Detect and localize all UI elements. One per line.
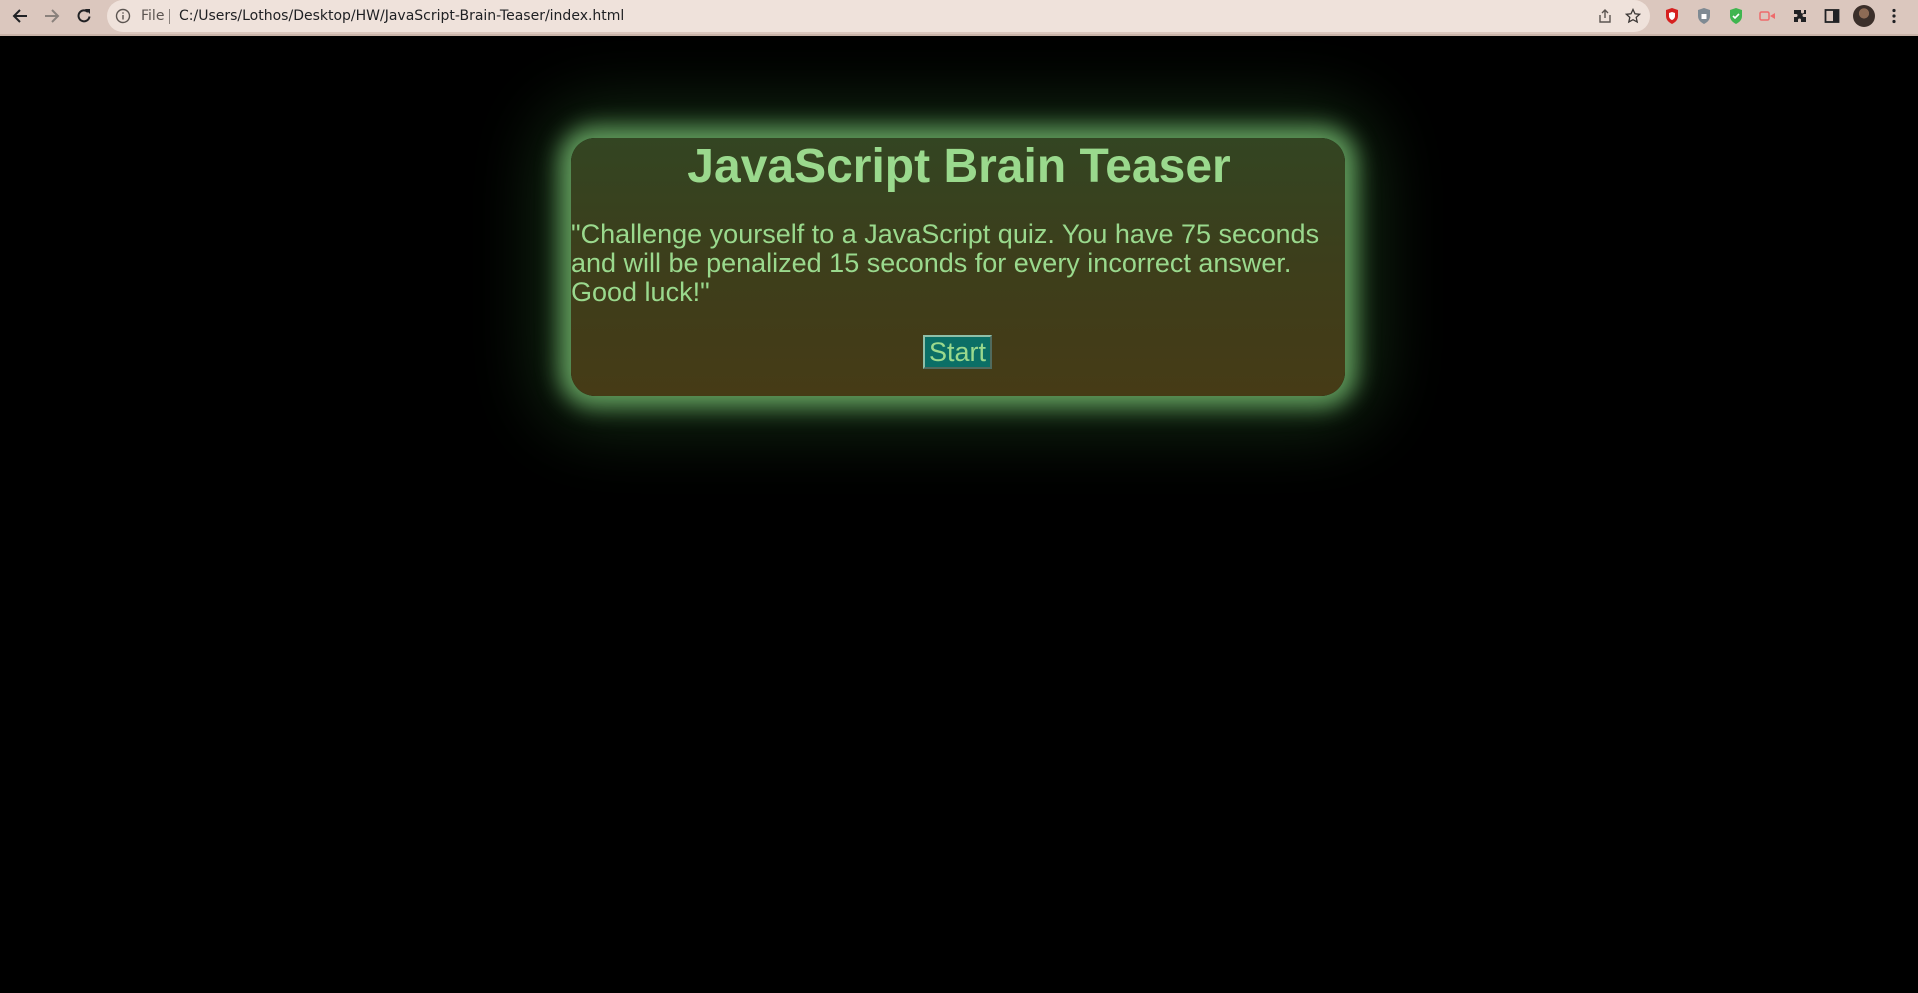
menu-icon[interactable] — [1884, 0, 1904, 32]
privacy-shield-icon[interactable] — [1695, 0, 1713, 32]
info-icon[interactable] — [115, 0, 131, 32]
scheme-label: File — [141, 8, 165, 24]
side-panel-icon[interactable] — [1822, 0, 1842, 32]
quiz-intro-text: "Challenge yourself to a JavaScript quiz… — [571, 219, 1320, 307]
screen-share-icon[interactable] — [1758, 0, 1778, 32]
back-icon[interactable] — [8, 0, 32, 32]
forward-icon[interactable] — [40, 0, 64, 32]
browser-toolbar: File C:/Users/Lothos/Desktop/HW/JavaScri… — [0, 0, 1918, 36]
reload-icon[interactable] — [72, 0, 96, 32]
bookmark-star-icon[interactable] — [1625, 0, 1641, 32]
brave-shield-icon[interactable] — [1663, 0, 1681, 32]
extensions-icon[interactable] — [1790, 0, 1810, 32]
share-icon[interactable] — [1597, 0, 1613, 32]
start-button[interactable]: Start — [923, 335, 992, 369]
url-text[interactable]: C:/Users/Lothos/Desktop/HW/JavaScript-Br… — [179, 0, 624, 32]
green-shield-icon[interactable] — [1727, 0, 1745, 32]
profile-avatar[interactable] — [1853, 5, 1875, 27]
address-bar[interactable]: File C:/Users/Lothos/Desktop/HW/JavaScri… — [107, 0, 1650, 32]
page-title: JavaScript Brain Teaser — [687, 140, 1231, 193]
address-divider — [169, 9, 170, 24]
